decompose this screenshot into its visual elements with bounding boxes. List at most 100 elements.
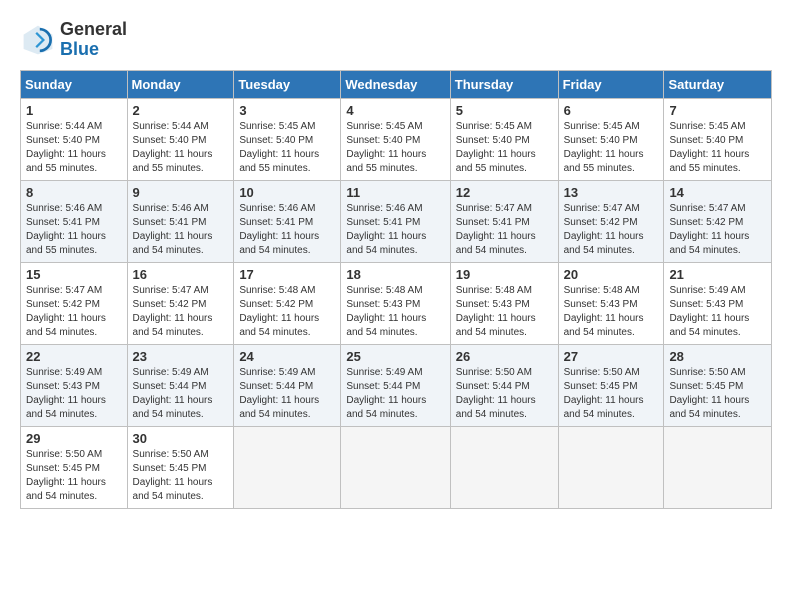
calendar-cell: 24 Sunrise: 5:49 AM Sunset: 5:44 PM Dayligh… — [234, 344, 341, 426]
day-info: Sunrise: 5:49 AM Sunset: 5:44 PM Daylight:… — [239, 366, 335, 422]
calendar-cell: 12Sunrise: 5:47 AMSunset: 5:41 PMDayligh… — [450, 180, 558, 262]
sunset-text: Sunset: 5:40 PM — [456, 135, 530, 146]
day-info: Sunrise: 5:48 AMSunset: 5:43 PMDaylight:… — [456, 284, 553, 340]
sunrise-text: Sunrise: 5:47 AM — [564, 203, 640, 214]
calendar-cell: 29 Sunrise: 5:50 AMSunset: 5:45 PMDayligh… — [21, 426, 128, 508]
calendar-cell: 6Sunrise: 5:45 AMSunset: 5:40 PMDaylight… — [558, 98, 664, 180]
calendar-week-1: 1Sunrise: 5:44 AMSunset: 5:40 PMDaylight… — [21, 98, 772, 180]
daylight-text: Daylight: 11 hours and 55 minutes. — [239, 149, 319, 174]
calendar-cell: 3Sunrise: 5:45 AMSunset: 5:40 PMDaylight… — [234, 98, 341, 180]
daylight-text: Daylight: 11 hours and 54 minutes. — [669, 313, 749, 338]
day-number: 6 — [564, 103, 659, 118]
calendar-week-2: 8Sunrise: 5:46 AMSunset: 5:41 PMDaylight… — [21, 180, 772, 262]
sunset-text: Sunset: 5:41 PM — [26, 217, 100, 228]
calendar-cell: 5Sunrise: 5:45 AMSunset: 5:40 PMDaylight… — [450, 98, 558, 180]
day-info: Sunrise: 5:50 AMSunset: 5:45 PMDaylight:… — [133, 448, 229, 504]
sunset-text: Sunset: 5:44 PM — [133, 381, 207, 392]
sunrise-text: Sunrise: 5:46 AM — [346, 203, 422, 214]
calendar-cell: 25Sunrise: 5:49 AMSunset: 5:44 PMDayligh… — [341, 344, 450, 426]
sunset-text: Sunset: 5:44 PM — [239, 381, 313, 392]
day-number: 24 — [239, 349, 335, 364]
sunset-text: Sunset: 5:45 PM — [133, 463, 207, 474]
calendar-cell: 14 Sunrise: 5:47 AMSunset: 5:42 PMDayligh… — [664, 180, 772, 262]
day-info: Sunrise: 5:46 AMSunset: 5:41 PMDaylight:… — [239, 202, 335, 258]
sunrise-text: Sunrise: 5:48 AM — [239, 285, 315, 296]
day-number: 17 — [239, 267, 335, 282]
calendar-cell — [558, 426, 664, 508]
sunrise-text: Sunrise: 5:46 AM — [239, 203, 315, 214]
calendar-cell: 2Sunrise: 5:44 AMSunset: 5:40 PMDaylight… — [127, 98, 234, 180]
calendar-cell: 17Sunrise: 5:48 AMSunset: 5:42 PMDayligh… — [234, 262, 341, 344]
day-number: 22 — [26, 349, 122, 364]
sunrise-text: Sunrise: 5:45 AM — [564, 121, 640, 132]
logo: General Blue — [20, 20, 127, 60]
daylight-text: Daylight: 11 hours and 54 minutes. — [564, 231, 644, 256]
daylight-text: Daylight: 11 hours and 55 minutes. — [669, 149, 749, 174]
sunset-text: Sunset: 5:43 PM — [669, 299, 743, 310]
day-number: 23 — [133, 349, 229, 364]
sunset-text: Sunset: 5:41 PM — [346, 217, 420, 228]
sunrise-text: Sunrise: 5:44 AM — [133, 121, 209, 132]
calendar-cell — [450, 426, 558, 508]
day-info: Sunrise: 5:48 AMSunset: 5:43 PMDaylight:… — [346, 284, 444, 340]
calendar-cell: 8Sunrise: 5:46 AMSunset: 5:41 PMDaylight… — [21, 180, 128, 262]
day-info: Sunrise: 5:50 AMSunset: 5:45 PMDaylight:… — [669, 366, 766, 422]
page-header: General Blue — [20, 20, 772, 60]
calendar-cell: 15Sunrise: 5:47 AMSunset: 5:42 PMDayligh… — [21, 262, 128, 344]
sunset-text: Sunset: 5:41 PM — [133, 217, 207, 228]
day-info: Sunrise: 5:44 AMSunset: 5:40 PMDaylight:… — [26, 120, 122, 176]
calendar-table: SundayMondayTuesdayWednesdayThursdayFrid… — [20, 70, 772, 509]
daylight-text: Daylight: 11 hours and 55 minutes. — [26, 149, 106, 174]
calendar-cell: 7Sunrise: 5:45 AMSunset: 5:40 PMDaylight… — [664, 98, 772, 180]
day-number: 19 — [456, 267, 553, 282]
calendar-cell: 13Sunrise: 5:47 AMSunset: 5:42 PMDayligh… — [558, 180, 664, 262]
day-number: 9 — [133, 185, 229, 200]
sunrise-text: Sunrise: 5:48 AM — [564, 285, 640, 296]
sunset-text: Sunset: 5:40 PM — [564, 135, 638, 146]
sunset-text: Sunset: 5:40 PM — [239, 135, 313, 146]
sunset-text: Sunset: 5:42 PM — [133, 299, 207, 310]
sunset-text: Sunset: 5:44 PM — [346, 381, 420, 392]
logo-general: General — [60, 19, 127, 39]
daylight-text: Daylight: 11 hours and 54 minutes. — [669, 231, 749, 256]
daylight-text: Daylight: 11 hours and 54 minutes. — [346, 313, 426, 338]
daylight-text: Daylight: 11 hours and 54 minutes. — [239, 395, 319, 420]
calendar-week-4: 22Sunrise: 5:49 AMSunset: 5:43 PMDayligh… — [21, 344, 772, 426]
sunset-text: Sunset: 5:40 PM — [346, 135, 420, 146]
calendar-cell — [341, 426, 450, 508]
day-info: Sunrise: 5:45 AM Sunset: 5:40 PM Daylight:… — [239, 120, 335, 176]
sunset-text: Sunset: 5:43 PM — [564, 299, 638, 310]
day-info: Sunrise: 5:49 AMSunset: 5:44 PMDaylight:… — [346, 366, 444, 422]
sunset-text: Sunset: 5:40 PM — [133, 135, 207, 146]
sunrise-text: Sunrise: 5:47 AM — [133, 285, 209, 296]
calendar-cell: 21Sunrise: 5:49 AMSunset: 5:43 PMDayligh… — [664, 262, 772, 344]
sunrise-text: Sunrise: 5:48 AM — [456, 285, 532, 296]
col-header-saturday: Saturday — [664, 70, 772, 98]
sunrise-text: Sunrise: 5:45 AM — [239, 121, 315, 132]
day-info: Sunrise: 5:50 AMSunset: 5:45 PMDaylight:… — [26, 448, 122, 504]
day-info: Sunrise: 5:45 AMSunset: 5:40 PMDaylight:… — [564, 120, 659, 176]
day-info: Sunrise: 5:50 AMSunset: 5:45 PMDaylight:… — [564, 366, 659, 422]
sunrise-text: Sunrise: 5:44 AM — [26, 121, 102, 132]
col-header-wednesday: Wednesday — [341, 70, 450, 98]
sunset-text: Sunset: 5:45 PM — [669, 381, 743, 392]
sunset-text: Sunset: 5:42 PM — [669, 217, 743, 228]
day-number: 14 — [669, 185, 766, 200]
day-number: 8 — [26, 185, 122, 200]
day-info: Sunrise: 5:49 AMSunset: 5:44 PMDaylight:… — [133, 366, 229, 422]
sunrise-text: Sunrise: 5:47 AM — [26, 285, 102, 296]
daylight-text: Daylight: 11 hours and 54 minutes. — [346, 395, 426, 420]
sunrise-text: Sunrise: 5:50 AM — [456, 367, 532, 378]
calendar-cell: 26Sunrise: 5:50 AMSunset: 5:44 PMDayligh… — [450, 344, 558, 426]
day-info: Sunrise: 5:45 AMSunset: 5:40 PMDaylight:… — [669, 120, 766, 176]
day-number: 5 — [456, 103, 553, 118]
day-info: Sunrise: 5:47 AMSunset: 5:42 PMDaylight:… — [669, 202, 766, 258]
sunrise-text: Sunrise: 5:47 AM — [456, 203, 532, 214]
sunset-text: Sunset: 5:41 PM — [456, 217, 530, 228]
sunrise-text: Sunrise: 5:45 AM — [669, 121, 745, 132]
sunrise-text: Sunrise: 5:48 AM — [346, 285, 422, 296]
day-info: Sunrise: 5:48 AMSunset: 5:43 PMDaylight:… — [564, 284, 659, 340]
day-number: 10 — [239, 185, 335, 200]
sunrise-text: Sunrise: 5:49 AM — [239, 367, 315, 378]
day-number: 29 — [26, 431, 122, 446]
